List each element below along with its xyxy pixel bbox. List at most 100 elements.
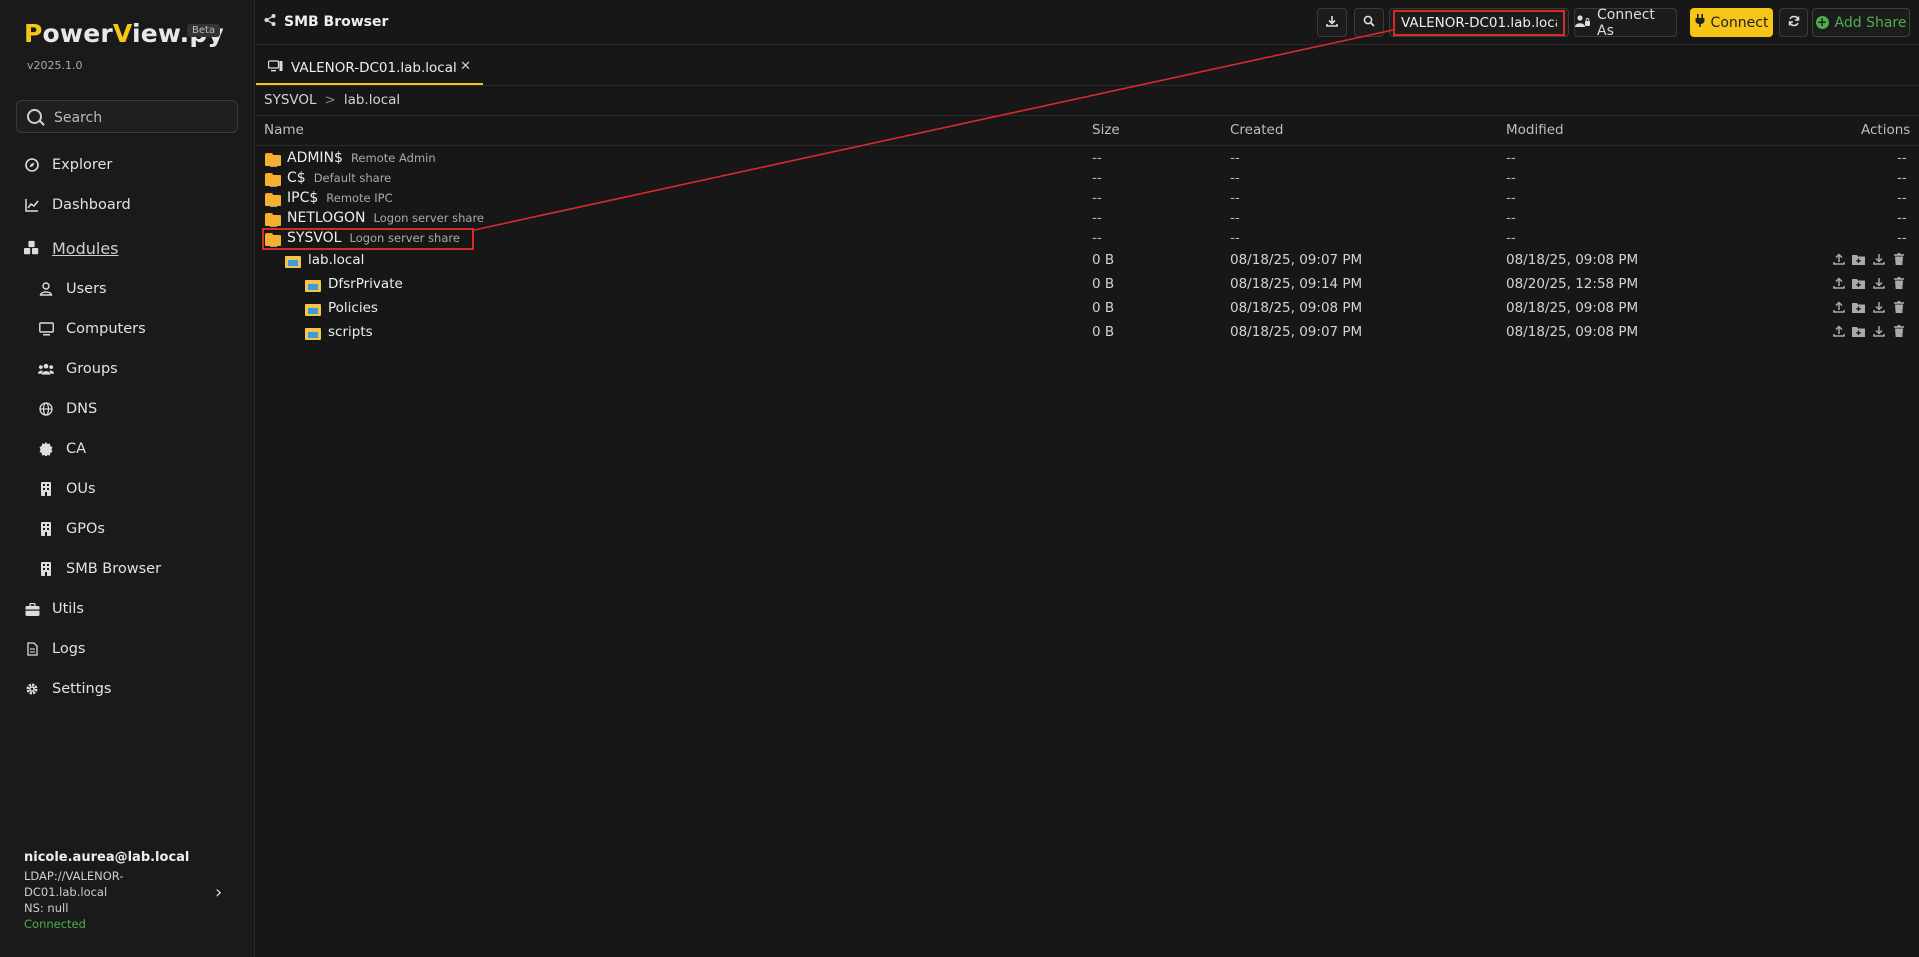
- download-icon[interactable]: [1872, 300, 1885, 314]
- folder-open-icon: [305, 303, 322, 316]
- upload-icon[interactable]: [1832, 276, 1845, 290]
- created-cell: --: [1230, 210, 1240, 226]
- share-row[interactable]: ADMIN$ Remote Admin -- -- -- --: [256, 150, 1919, 170]
- sidebar-item-computers[interactable]: Computers: [38, 317, 146, 341]
- trash-icon[interactable]: [1892, 252, 1905, 266]
- created-cell: --: [1230, 230, 1240, 246]
- modified-cell: --: [1506, 190, 1516, 206]
- folder-row[interactable]: Policies 0 B 08/18/25, 09:08 PM 08/18/25…: [256, 300, 1919, 320]
- sidebar-item-gpos[interactable]: GPOs: [38, 517, 105, 541]
- user-info: nicole.aurea@lab.local LDAP://VALENOR- D…: [24, 850, 224, 932]
- modified-cell: 08/18/25, 09:08 PM: [1506, 324, 1639, 340]
- sidebar-item-logs[interactable]: Logs: [24, 637, 85, 661]
- sidebar-item-dns[interactable]: DNS: [38, 397, 97, 421]
- building-icon: [38, 561, 54, 577]
- column-header-name[interactable]: Name: [264, 122, 304, 138]
- size-cell: --: [1092, 210, 1102, 226]
- search-box[interactable]: [16, 100, 238, 133]
- share-row[interactable]: IPC$ Remote IPC -- -- -- --: [256, 190, 1919, 210]
- sidebar-item-ous[interactable]: OUs: [38, 477, 96, 501]
- modified-cell: --: [1506, 230, 1516, 246]
- upload-icon[interactable]: [1832, 324, 1845, 338]
- upload-icon[interactable]: [1832, 252, 1845, 266]
- sidebar-item-groups[interactable]: Groups: [38, 357, 118, 381]
- certificate-icon: [38, 441, 54, 457]
- created-cell: --: [1230, 170, 1240, 186]
- trash-icon[interactable]: [1892, 276, 1905, 290]
- refresh-icon: [1788, 15, 1800, 31]
- download-icon[interactable]: [1872, 276, 1885, 290]
- building-icon: [38, 481, 54, 497]
- row-actions: [1832, 300, 1905, 314]
- sidebar-item-utils[interactable]: Utils: [24, 597, 84, 621]
- sidebar-item-ca[interactable]: CA: [38, 437, 86, 461]
- compass-icon: [24, 157, 40, 173]
- share-name: IPC$: [287, 190, 319, 206]
- column-header-created[interactable]: Created: [1230, 122, 1283, 138]
- column-header-size[interactable]: Size: [1092, 122, 1120, 138]
- share-row-selected[interactable]: SYSVOL Logon server share -- -- -- --: [256, 230, 1919, 250]
- folder-plus-icon[interactable]: [1852, 324, 1865, 338]
- sidebar-item-modules[interactable]: Modules: [24, 236, 119, 260]
- modified-cell: --: [1506, 210, 1516, 226]
- search-icon: [27, 109, 42, 124]
- connect-as-button[interactable]: Connect As: [1574, 7, 1677, 39]
- group-icon: [38, 361, 54, 377]
- add-share-button[interactable]: + Add Share: [1812, 8, 1910, 37]
- folder-name: lab.local: [308, 252, 365, 268]
- actions-cell: --: [1897, 210, 1907, 226]
- breadcrumb: SYSVOL > lab.local: [264, 92, 400, 108]
- share-row[interactable]: C$ Default share -- -- -- --: [256, 170, 1919, 190]
- building-icon: [38, 521, 54, 537]
- share-row[interactable]: NETLOGON Logon server share -- -- -- --: [256, 210, 1919, 230]
- sidebar-item-explorer[interactable]: Explorer: [24, 153, 112, 177]
- globe-icon: [38, 401, 54, 417]
- modified-cell: 08/20/25, 12:58 PM: [1506, 276, 1639, 292]
- page-title: SMB Browser: [264, 14, 388, 30]
- download-button[interactable]: [1317, 8, 1347, 37]
- tab-host[interactable]: VALENOR-DC01.lab.local ✕: [256, 52, 483, 85]
- chevron-right-icon[interactable]: ›: [215, 882, 222, 903]
- connect-button[interactable]: Connect: [1690, 8, 1773, 37]
- close-icon[interactable]: ✕: [460, 59, 471, 74]
- folder-row[interactable]: DfsrPrivate 0 B 08/18/25, 09:14 PM 08/20…: [256, 276, 1919, 296]
- refresh-button[interactable]: [1779, 8, 1808, 37]
- toolbox-icon: [24, 601, 40, 617]
- search-input[interactable]: [52, 107, 236, 129]
- app-version: v2025.1.0: [27, 59, 83, 72]
- row-actions: [1832, 324, 1905, 338]
- folder-open-icon: [305, 327, 322, 340]
- ldap-line-1: LDAP://VALENOR-: [24, 869, 124, 883]
- sidebar-item-smb-browser[interactable]: SMB Browser: [38, 557, 161, 581]
- user-icon: [38, 281, 54, 297]
- network-folder-icon: [265, 193, 283, 207]
- size-cell: --: [1092, 230, 1102, 246]
- search-icon: [1363, 15, 1375, 31]
- breadcrumb-item[interactable]: SYSVOL: [264, 92, 317, 108]
- host-input[interactable]: [1393, 10, 1565, 36]
- folder-plus-icon[interactable]: [1852, 300, 1865, 314]
- monitor-icon: [38, 321, 54, 337]
- annotation-arrow: [473, 29, 1394, 231]
- search-button[interactable]: [1354, 8, 1384, 37]
- folder-open-icon: [285, 255, 302, 268]
- download-icon[interactable]: [1872, 324, 1885, 338]
- trash-icon[interactable]: [1892, 324, 1905, 338]
- modified-cell: 08/18/25, 09:08 PM: [1506, 252, 1639, 268]
- created-cell: 08/18/25, 09:07 PM: [1230, 252, 1363, 268]
- sidebar-item-users[interactable]: Users: [38, 277, 107, 301]
- folder-plus-icon[interactable]: [1852, 276, 1865, 290]
- folder-plus-icon[interactable]: [1852, 252, 1865, 266]
- sidebar-item-dashboard[interactable]: Dashboard: [24, 193, 131, 217]
- sidebar-item-settings[interactable]: Settings: [24, 677, 111, 701]
- column-header-modified[interactable]: Modified: [1506, 122, 1564, 138]
- share-desc: Default share: [313, 171, 392, 185]
- folder-open-icon: [305, 279, 322, 292]
- download-icon[interactable]: [1872, 252, 1885, 266]
- upload-icon[interactable]: [1832, 300, 1845, 314]
- highlight-box-sysvol: [262, 228, 474, 250]
- breadcrumb-item[interactable]: lab.local: [344, 92, 400, 108]
- folder-row[interactable]: lab.local 0 B 08/18/25, 09:07 PM 08/18/2…: [256, 252, 1919, 272]
- trash-icon[interactable]: [1892, 300, 1905, 314]
- folder-row[interactable]: scripts 0 B 08/18/25, 09:07 PM 08/18/25,…: [256, 324, 1919, 344]
